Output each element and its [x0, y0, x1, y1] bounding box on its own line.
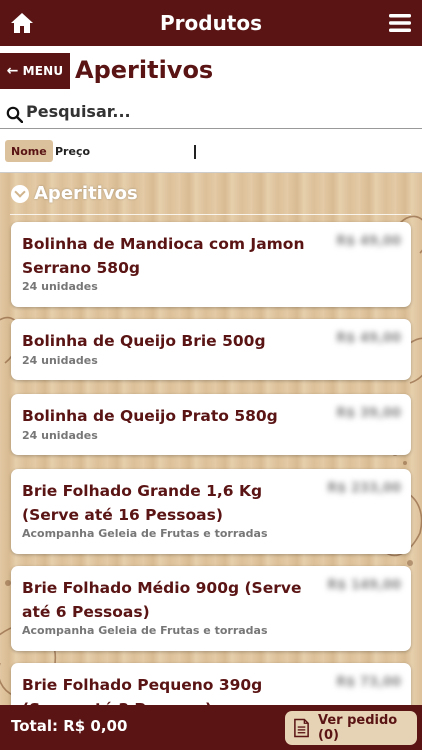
product-name: Brie Folhado Grande 1,6 Kg (Serve até 16…	[22, 482, 263, 524]
product-card[interactable]: Brie Folhado Médio 900g (Serve até 6 Pes…	[11, 566, 411, 651]
divider	[10, 214, 411, 215]
sort-bar: Nome Preço	[0, 129, 422, 173]
section-title: Aperitivos	[75, 56, 214, 84]
arrow-left-icon: ←	[6, 63, 19, 79]
product-price: R$ 233,00	[327, 481, 401, 496]
product-name: Brie Folhado Pequeno 390g (Serve até 3 P…	[22, 676, 263, 705]
document-icon	[294, 718, 309, 738]
product-name: Bolinha de Queijo Brie 500g	[22, 332, 266, 350]
product-description: Acompanha Geleia de Frutas e torradas	[22, 624, 268, 637]
product-description: 24 unidades	[22, 280, 98, 293]
section-header: ← MENU Aperitivos	[0, 46, 422, 98]
product-card[interactable]: Bolinha de Mandioca com Jamon Serrano 58…	[11, 222, 411, 307]
product-price: R$ 149,00	[327, 578, 401, 593]
product-price: R$ 73,00	[336, 675, 401, 690]
product-price: R$ 49,00	[336, 234, 401, 249]
hamburger-icon[interactable]	[389, 12, 411, 34]
category-header[interactable]: Aperitivos	[11, 183, 138, 204]
product-card[interactable]: Bolinha de Queijo Prato 580g R$ 39,00 24…	[11, 394, 411, 455]
product-card[interactable]: Brie Folhado Grande 1,6 Kg (Serve até 16…	[11, 469, 411, 554]
text-cursor	[194, 145, 196, 159]
view-order-label: Ver pedido (0)	[318, 713, 398, 743]
back-to-menu-button[interactable]: ← MENU	[0, 53, 70, 89]
bottom-bar: Total: R$ 0,00 Ver pedido (0)	[0, 705, 422, 750]
sort-by-name-button[interactable]: Nome	[5, 140, 53, 162]
product-list[interactable]: Aperitivos Bolinha de Mandioca com Jamon…	[0, 173, 422, 705]
view-order-button[interactable]: Ver pedido (0)	[285, 711, 417, 745]
product-card[interactable]: Brie Folhado Pequeno 390g (Serve até 3 P…	[11, 663, 411, 705]
product-price: R$ 39,00	[336, 406, 401, 421]
product-price: R$ 49,00	[336, 331, 401, 346]
product-name: Bolinha de Queijo Prato 580g	[22, 407, 278, 425]
menu-button-label: MENU	[22, 64, 64, 78]
page-header-title: Produtos	[159, 11, 263, 35]
order-total: Total: R$ 0,00	[11, 717, 128, 735]
category-label: Aperitivos	[34, 183, 138, 204]
search-bar[interactable]: Pesquisar...	[0, 98, 422, 129]
product-name: Brie Folhado Médio 900g (Serve até 6 Pes…	[22, 579, 302, 621]
search-icon	[6, 106, 23, 123]
home-icon[interactable]	[10, 11, 34, 35]
chevron-down-icon	[11, 184, 29, 203]
product-description: 24 unidades	[22, 354, 98, 367]
top-bar: Produtos	[0, 0, 422, 46]
search-input[interactable]: Pesquisar...	[26, 102, 131, 121]
product-name: Bolinha de Mandioca com Jamon Serrano 58…	[22, 235, 305, 277]
product-card[interactable]: Bolinha de Queijo Brie 500g R$ 49,00 24 …	[11, 319, 411, 380]
sort-by-price-button[interactable]: Preço	[49, 140, 96, 162]
product-description: Acompanha Geleia de Frutas e torradas	[22, 527, 268, 540]
product-description: 24 unidades	[22, 429, 98, 442]
